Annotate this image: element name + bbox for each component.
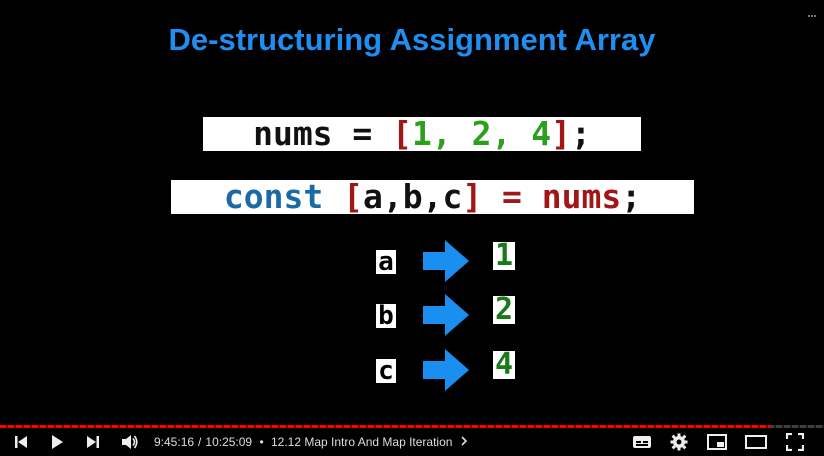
fullscreen-icon (786, 433, 804, 451)
corner-dots (808, 2, 818, 17)
value-label: 4 (493, 347, 515, 382)
code-token: nums (541, 177, 622, 216)
next-icon (87, 436, 99, 448)
code-token: , (431, 114, 472, 153)
code-token: , (422, 177, 443, 216)
settings-button[interactable] (666, 428, 692, 456)
code-token: 2 (471, 114, 492, 153)
play-icon (52, 435, 63, 449)
duration: 10:25:09 (205, 435, 253, 449)
code-token: , (491, 114, 532, 153)
bullet: • (259, 435, 264, 449)
code-token: [ (392, 114, 413, 153)
arrow-right-icon (423, 294, 469, 336)
mapping-row-b: b 2 (0, 294, 824, 338)
previous-button[interactable] (8, 428, 34, 456)
code-token: c (442, 177, 463, 216)
value-label: 1 (493, 238, 515, 273)
slide-title: De-structuring Assignment Array (168, 22, 656, 57)
miniplayer-button[interactable] (704, 428, 730, 456)
fullscreen-button[interactable] (782, 428, 808, 456)
chapter-title[interactable]: 12.12 Map Intro And Map Iteration (271, 435, 452, 449)
variable-label: a (376, 249, 396, 275)
code-token: ; (571, 114, 591, 153)
code-token: a (362, 177, 383, 216)
code-token: 1 (412, 114, 432, 153)
player-controls: 9:45:16/10:25:09 • 12.12 Map Intro And M… (0, 428, 824, 456)
mapping-row-a: a 1 (0, 240, 824, 284)
volume-button[interactable] (116, 428, 144, 456)
miniplayer-icon (707, 434, 727, 450)
volume-icon (122, 435, 138, 449)
time-separator: / (198, 435, 202, 449)
code-token: = (332, 114, 393, 153)
code-token: , (382, 177, 403, 216)
video-frame[interactable]: De-structuring Assignment Array nums = [… (0, 0, 824, 456)
code-line-nums: nums = [1, 2, 4]; (203, 117, 641, 151)
variable-label: b (376, 303, 396, 329)
code-token: = (482, 177, 542, 216)
current-time: 9:45:16 (154, 435, 195, 449)
subtitles-button[interactable] (629, 428, 655, 456)
arrow-right-icon (423, 240, 469, 282)
code-line-const: const [a,b,c] = nums; (171, 180, 694, 214)
arrow-right-icon (423, 349, 469, 391)
subtitles-icon (633, 436, 651, 448)
play-button[interactable] (44, 428, 70, 456)
code-token: ; (621, 177, 642, 216)
theater-mode-button[interactable] (742, 428, 770, 456)
time-display: 9:45:16/10:25:09 • 12.12 Map Intro And M… (154, 428, 468, 456)
code-token: [ (343, 177, 363, 216)
code-token: 4 (531, 114, 552, 153)
next-button[interactable] (80, 428, 106, 456)
code-token: b (402, 177, 423, 216)
settings-icon (670, 433, 688, 451)
value-label: 2 (493, 292, 515, 327)
mapping-row-c: c 4 (0, 349, 824, 393)
code-token: ] (551, 114, 572, 153)
code-token: ] (462, 177, 483, 216)
code-token: nums (253, 114, 333, 153)
previous-icon (15, 436, 27, 448)
theater-mode-icon (745, 435, 767, 449)
variable-label: c (376, 358, 396, 384)
chevron-right-icon[interactable] (460, 436, 468, 446)
code-token: const (223, 177, 324, 216)
